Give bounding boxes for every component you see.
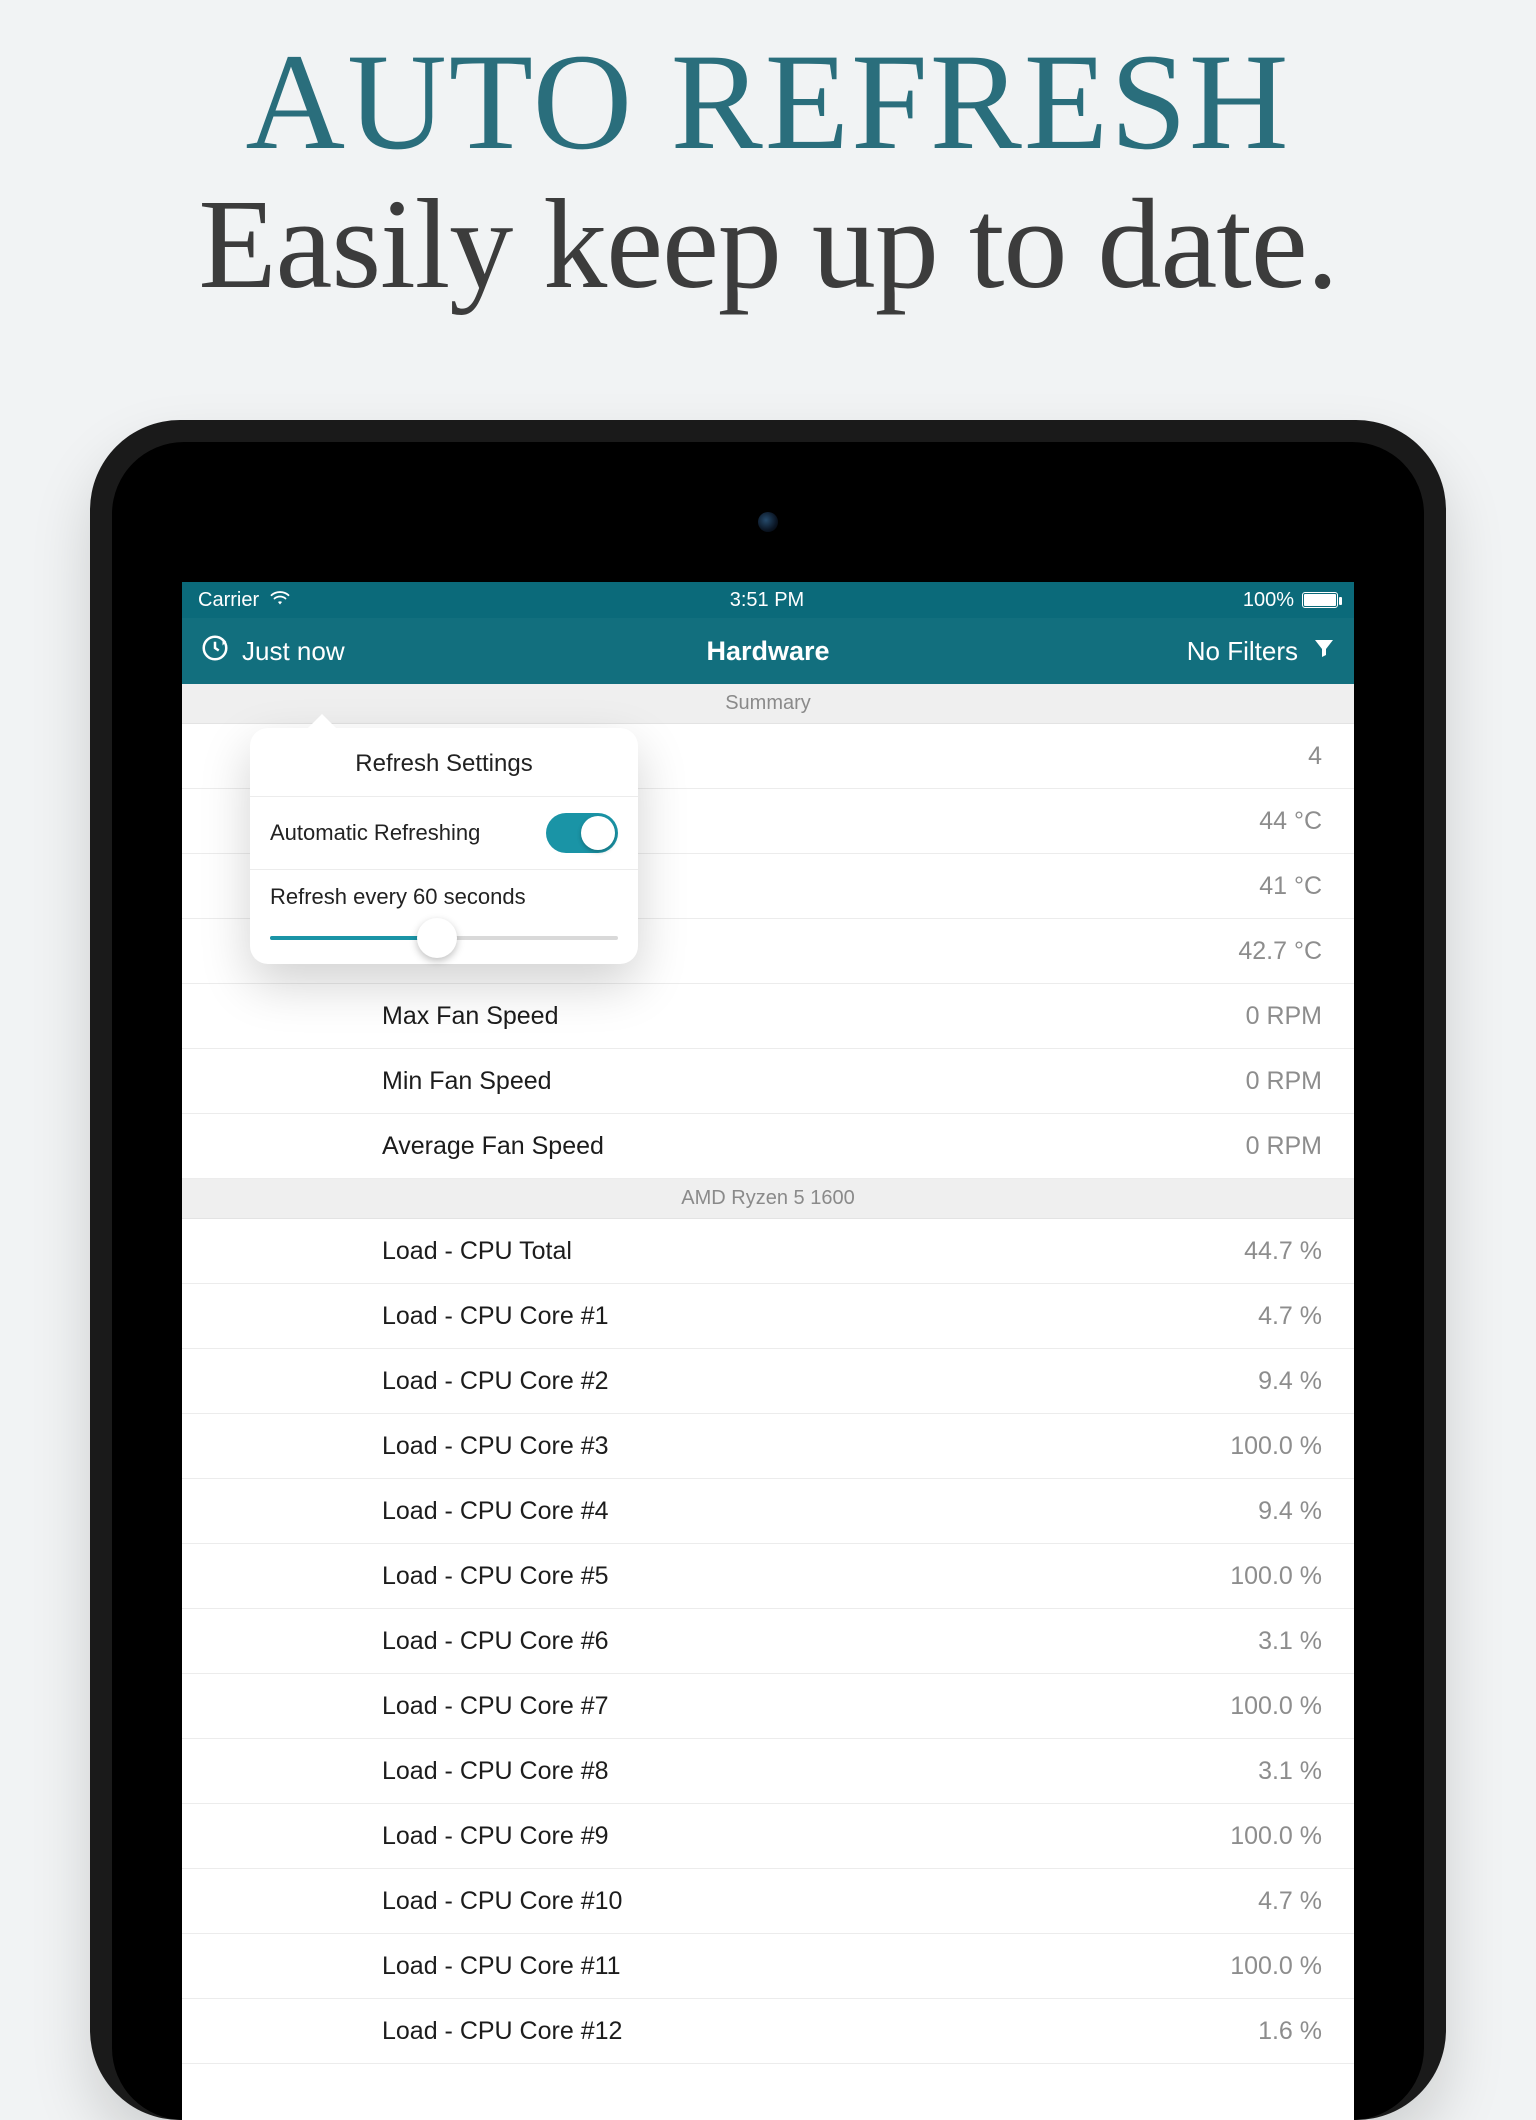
row-value: 100.0 % (1230, 1952, 1322, 1981)
device-frame: Carrier 3:51 PM 100% (90, 420, 1446, 2120)
row-label: Load - CPU Core #5 (382, 1562, 609, 1591)
row-value: 100.0 % (1230, 1692, 1322, 1721)
promo-title: AUTO REFRESH (0, 0, 1536, 181)
table-row: Load - CPU Core #1 4.7 % (182, 1284, 1354, 1349)
table-row: Max Fan Speed 0 RPM (182, 984, 1354, 1049)
row-value: 9.4 % (1258, 1367, 1322, 1396)
row-label: Load - CPU Core #10 (382, 1887, 622, 1916)
camera-icon (758, 512, 778, 532)
row-value: 44.7 % (1244, 1237, 1322, 1266)
table-row: Load - CPU Core #3 100.0 % (182, 1414, 1354, 1479)
table-row: Load - CPU Core #6 3.1 % (182, 1609, 1354, 1674)
table-row: Load - CPU Core #11 100.0 % (182, 1934, 1354, 1999)
row-value: 0 RPM (1246, 1067, 1322, 1096)
row-value: 100.0 % (1230, 1562, 1322, 1591)
row-label: Load - CPU Core #2 (382, 1367, 609, 1396)
filters-label: No Filters (1187, 636, 1298, 667)
row-label: Load - CPU Core #8 (382, 1757, 609, 1786)
row-value: 44 °C (1259, 807, 1322, 836)
table-row: Average Fan Speed 0 RPM (182, 1114, 1354, 1179)
refresh-interval-label: Refresh every 60 seconds (270, 884, 618, 910)
row-label: Load - CPU Core #1 (382, 1302, 609, 1331)
popover-title: Refresh Settings (250, 728, 638, 797)
auto-refresh-row: Automatic Refreshing (250, 797, 638, 870)
row-label: Load - CPU Core #6 (382, 1627, 609, 1656)
device-bezel: Carrier 3:51 PM 100% (112, 442, 1424, 2120)
row-label: Load - CPU Core #11 (382, 1952, 621, 1981)
row-value: 9.4 % (1258, 1497, 1322, 1526)
row-value: 0 RPM (1246, 1132, 1322, 1161)
row-value: 41 °C (1259, 872, 1322, 901)
clock: 3:51 PM (730, 589, 804, 612)
table-row: Load - CPU Core #12 1.6 % (182, 1999, 1354, 2064)
refresh-interval-slider[interactable] (270, 936, 618, 940)
table-row: Min Fan Speed 0 RPM (182, 1049, 1354, 1114)
row-label: Load - CPU Core #9 (382, 1822, 609, 1851)
row-label: Load - CPU Core #3 (382, 1432, 609, 1461)
battery-icon (1302, 592, 1338, 608)
refresh-settings-popover: Refresh Settings Automatic Refreshing Re… (250, 728, 638, 964)
row-value: 3.1 % (1258, 1627, 1322, 1656)
row-value: 4.7 % (1258, 1302, 1322, 1331)
filter-icon (1312, 636, 1336, 667)
page-title: Hardware (706, 636, 829, 667)
table-row: Load - CPU Core #9 100.0 % (182, 1804, 1354, 1869)
row-value: 3.1 % (1258, 1757, 1322, 1786)
refresh-status-button[interactable]: Just now (200, 633, 345, 670)
row-label: Load - CPU Core #4 (382, 1497, 609, 1526)
auto-refresh-label: Automatic Refreshing (270, 820, 480, 846)
status-bar: Carrier 3:51 PM 100% (182, 582, 1354, 618)
wifi-icon (269, 589, 291, 612)
table-row: Load - CPU Core #4 9.4 % (182, 1479, 1354, 1544)
carrier-label: Carrier (198, 589, 259, 612)
row-value: 4.7 % (1258, 1887, 1322, 1916)
slider-thumb-icon[interactable] (417, 918, 457, 958)
row-value: 0 RPM (1246, 1002, 1322, 1031)
app-screen: Carrier 3:51 PM 100% (182, 582, 1354, 2120)
row-label: Load - CPU Total (382, 1237, 572, 1266)
row-value: 1.6 % (1258, 2017, 1322, 2046)
auto-refresh-toggle[interactable] (546, 813, 618, 853)
table-row: Load - CPU Total 44.7 % (182, 1219, 1354, 1284)
filters-button[interactable]: No Filters (1187, 636, 1336, 667)
promo-subtitle: Easily keep up to date. (0, 171, 1536, 318)
popover-arrow-icon (306, 714, 338, 730)
refresh-time-label: Just now (242, 636, 345, 667)
refresh-icon (200, 633, 230, 670)
row-label: Max Fan Speed (382, 1002, 559, 1031)
row-value: 4 (1308, 742, 1322, 771)
table-row: Load - CPU Core #5 100.0 % (182, 1544, 1354, 1609)
battery-percent: 100% (1243, 589, 1294, 612)
row-value: 100.0 % (1230, 1822, 1322, 1851)
table-row: Load - CPU Core #7 100.0 % (182, 1674, 1354, 1739)
row-label: Min Fan Speed (382, 1067, 552, 1096)
row-label: Load - CPU Core #12 (382, 2017, 622, 2046)
table-row: Load - CPU Core #2 9.4 % (182, 1349, 1354, 1414)
table-row: Load - CPU Core #10 4.7 % (182, 1869, 1354, 1934)
nav-bar: Just now Hardware No Filters (182, 618, 1354, 684)
row-label: Average Fan Speed (382, 1132, 604, 1161)
table-row: Load - CPU Core #8 3.1 % (182, 1739, 1354, 1804)
section-header: AMD Ryzen 5 1600 (182, 1179, 1354, 1219)
section-header: Summary (182, 684, 1354, 724)
row-value: 42.7 °C (1238, 937, 1322, 966)
row-label: Load - CPU Core #7 (382, 1692, 609, 1721)
row-value: 100.0 % (1230, 1432, 1322, 1461)
